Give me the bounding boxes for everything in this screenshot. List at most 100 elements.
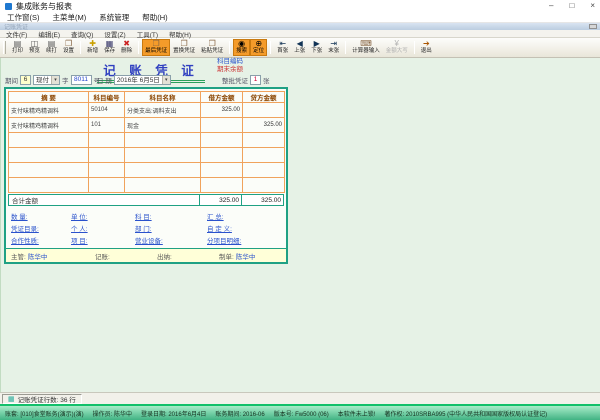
cell-credit[interactable]: 325.00 xyxy=(243,118,285,133)
cell-debit[interactable] xyxy=(201,178,243,193)
voucher-type-select[interactable]: 现付 ▾ xyxy=(33,75,60,85)
paste-voucher-button[interactable]: ❒粘贴凭证 xyxy=(198,39,226,56)
cell-account-name[interactable]: 现金 xyxy=(125,118,201,133)
first-label: 首张 xyxy=(277,49,288,55)
print-button[interactable]: ▤打印 xyxy=(9,39,26,56)
cell-debit[interactable] xyxy=(201,148,243,163)
cell-summary[interactable] xyxy=(9,133,89,148)
cell-account-no[interactable] xyxy=(89,163,125,178)
calculator-input-button[interactable]: ⌨计算器输入 xyxy=(349,39,383,56)
cell-account-no[interactable] xyxy=(89,133,125,148)
app-icon xyxy=(5,3,12,10)
header-account-no: 科目编号 xyxy=(89,92,125,103)
link-person[interactable]: 个 人: xyxy=(71,223,135,233)
reprint-button[interactable]: ▤续打 xyxy=(43,39,60,56)
child-menu-tools[interactable]: 工具(T) xyxy=(137,29,158,39)
cell-summary[interactable] xyxy=(9,163,89,178)
cell-credit[interactable] xyxy=(243,178,285,193)
batch-count-input[interactable]: 1 xyxy=(250,75,261,85)
period-input[interactable]: 6 xyxy=(20,75,31,85)
header-account-name: 科目名称 xyxy=(125,92,201,103)
link-department[interactable]: 部 门: xyxy=(135,223,207,233)
child-menu-edit[interactable]: 编辑(E) xyxy=(38,29,60,39)
link-summary-total[interactable]: 汇 总: xyxy=(207,211,286,221)
total-row: 合计金额 325.00 325.00 xyxy=(8,194,284,206)
status-operator: 操作员: 陈华中 xyxy=(93,409,132,418)
locate-button[interactable]: ⊕定位 xyxy=(250,39,267,56)
link-custom[interactable]: 自 定 义: xyxy=(207,223,286,233)
cell-summary[interactable]: 支付味精鸡精调料 xyxy=(9,103,89,118)
date-value: 2016年 6月5日 xyxy=(115,76,162,85)
cell-summary[interactable] xyxy=(9,178,89,193)
last-page-button[interactable]: ⇥末张 xyxy=(325,39,342,56)
save-button[interactable]: ▦保存 xyxy=(101,39,118,56)
cell-credit[interactable] xyxy=(243,103,285,118)
voucher-number-input[interactable]: 8011 xyxy=(71,75,92,85)
cell-summary[interactable]: 支付味精鸡精调料 xyxy=(9,118,89,133)
delete-button[interactable]: ✖删除 xyxy=(118,39,135,56)
prev-voucher-button[interactable]: ◀上张 xyxy=(291,39,308,56)
toolbar-grip xyxy=(3,41,6,54)
link-account[interactable]: 科 目: xyxy=(135,211,207,221)
quick-links: 数 量: 单 位: 科 目: 汇 总: 凭证目录: 个 人: 部 门: 自 定 … xyxy=(6,210,286,246)
cell-account-no[interactable]: 50104 xyxy=(89,103,125,118)
link-partner-type[interactable]: 合作性质: xyxy=(11,235,71,245)
last-page-label: 末张 xyxy=(328,49,339,55)
menu-workspace[interactable]: 工作窗(S) xyxy=(7,12,40,23)
cell-credit[interactable] xyxy=(243,148,285,163)
new-voucher-button[interactable]: ✚新增 xyxy=(84,39,101,56)
status-version: 版本号: Fw5000 (06) xyxy=(274,409,329,418)
cell-account-no[interactable] xyxy=(89,148,125,163)
ending-balance-link[interactable]: 期末余额 xyxy=(217,66,243,74)
child-window-button[interactable] xyxy=(589,24,597,29)
zi-label: 字 xyxy=(62,75,69,85)
cell-credit[interactable] xyxy=(243,163,285,178)
menu-system[interactable]: 系统管理 xyxy=(99,12,129,23)
total-credit: 325.00 xyxy=(241,195,283,205)
link-sub-project-detail[interactable]: 分项目明细: xyxy=(207,235,286,245)
next-voucher-button[interactable]: ▶下张 xyxy=(308,39,325,56)
account-code-link[interactable]: 科目编码 xyxy=(217,58,243,66)
link-voucher-list[interactable]: 凭证目录: xyxy=(11,223,71,233)
cell-summary[interactable] xyxy=(9,148,89,163)
child-menu-settings[interactable]: 设置(Z) xyxy=(104,29,125,39)
close-icon[interactable]: × xyxy=(590,0,595,12)
minimize-icon[interactable]: – xyxy=(549,0,553,12)
link-project[interactable]: 项 目: xyxy=(71,235,135,245)
menu-main[interactable]: 主菜单(M) xyxy=(53,12,87,23)
cell-account-name[interactable] xyxy=(125,178,201,193)
exit-button[interactable]: ➔退出 xyxy=(418,39,435,56)
preview-button[interactable]: ◫预览 xyxy=(26,39,43,56)
cell-debit[interactable] xyxy=(201,118,243,133)
status-bar: 账套: [010]食堂账务(演示)(演) 操作员: 陈华中 登录日期: 2016… xyxy=(0,404,600,420)
voucher-table: 摘 要 科目编号 科目名称 借方金额 贷方金额 支付味精鸡精调料 50104 分… xyxy=(8,91,285,193)
search-button[interactable]: ◉搜索 xyxy=(233,39,250,56)
menu-help[interactable]: 帮助(H) xyxy=(142,12,167,23)
cell-account-no[interactable] xyxy=(89,178,125,193)
child-menu-help[interactable]: 帮助(H) xyxy=(169,29,191,39)
first-voucher-button[interactable]: ⇤首张 xyxy=(274,39,291,56)
delete-label: 删除 xyxy=(121,49,132,55)
cell-account-name[interactable] xyxy=(125,148,201,163)
link-unit[interactable]: 单 位: xyxy=(71,211,135,221)
cell-account-name[interactable]: 分类支出:调料支出 xyxy=(125,103,201,118)
header-debit: 借方金额 xyxy=(201,92,243,103)
table-row: 支付味精鸡精调料 50104 分类支出:调料支出 325.00 xyxy=(9,103,285,118)
date-select[interactable]: 2016年 6月5日 ▾ xyxy=(114,75,171,85)
cell-account-name[interactable] xyxy=(125,133,201,148)
link-quantity[interactable]: 数 量: xyxy=(11,211,71,221)
date-label: 日 期 xyxy=(97,75,112,85)
maximize-icon[interactable]: □ xyxy=(569,0,574,12)
last-voucher-button[interactable]: ❐最后凭证 xyxy=(142,39,170,56)
cell-debit[interactable] xyxy=(201,163,243,178)
replace-voucher-button[interactable]: ❐置换凭证 xyxy=(170,39,198,56)
cell-account-name[interactable] xyxy=(125,163,201,178)
cell-debit[interactable] xyxy=(201,133,243,148)
child-menu-query[interactable]: 查询(Q) xyxy=(71,29,93,39)
row-count-panel: ▦ 记账凭证行数: 36 行 xyxy=(2,394,82,404)
print-setup-button[interactable]: ❒设置 xyxy=(60,39,77,56)
cell-account-no[interactable]: 101 xyxy=(89,118,125,133)
link-equipment[interactable]: 营业设备: xyxy=(135,235,207,245)
cell-debit[interactable]: 325.00 xyxy=(201,103,243,118)
cell-credit[interactable] xyxy=(243,133,285,148)
